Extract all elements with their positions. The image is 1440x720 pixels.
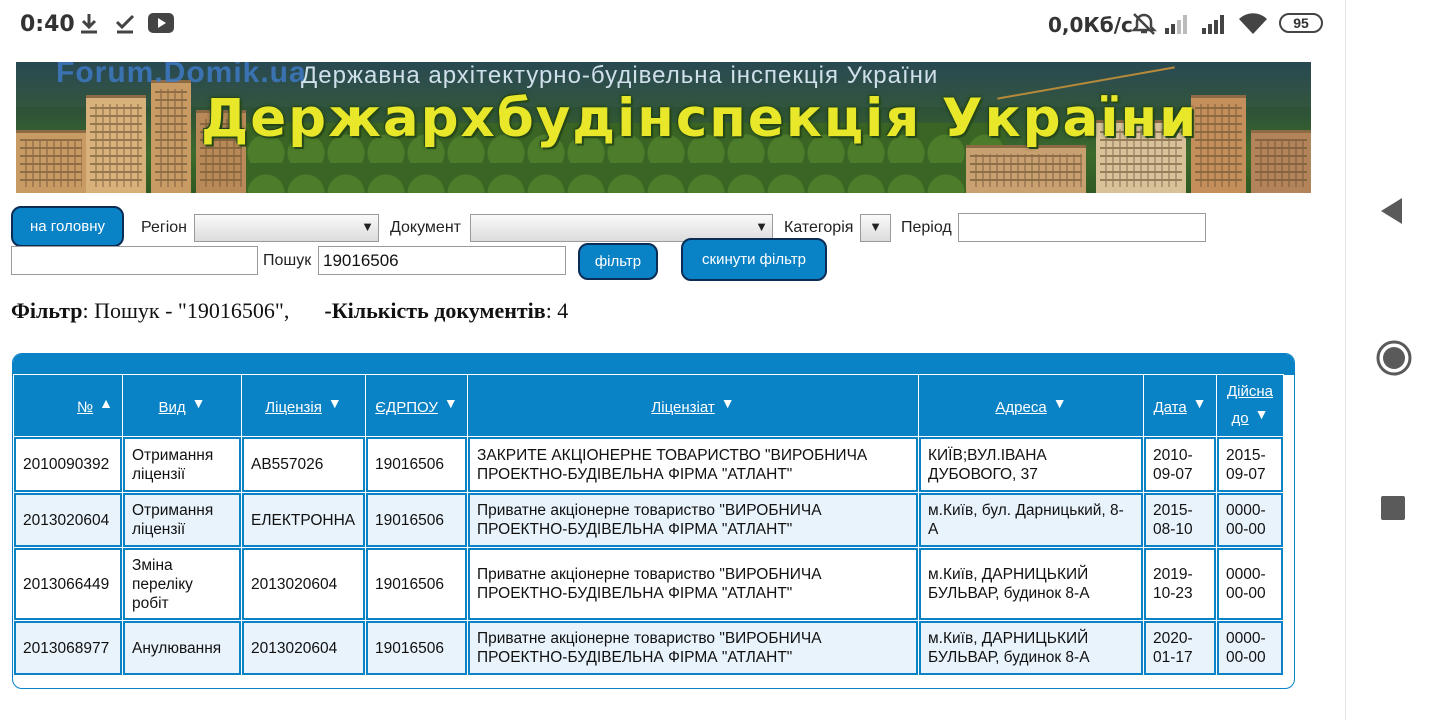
cell-edrpou: 19016506 (366, 437, 467, 492)
download-icon (78, 12, 100, 41)
cell-valid-until: 0000-00-00 (1217, 621, 1283, 675)
cell-licensee: Приватне акціонерне товариство "ВИРОБНИЧ… (468, 548, 918, 620)
cell-date: 2010-09-07 (1144, 437, 1216, 492)
filter-summary-text: : Пошук - "19016506", (82, 298, 290, 323)
recents-icon[interactable] (1381, 496, 1405, 520)
sort-descending-icon[interactable]: ▼ (721, 395, 735, 411)
table-row[interactable]: 2013066449 Зміна переліку робіт 20130206… (14, 548, 1283, 620)
status-time: 0:40 (20, 12, 75, 37)
wifi-icon (1238, 12, 1268, 41)
filter-button[interactable]: фільтр (578, 243, 658, 280)
system-navigation-bar (1345, 0, 1440, 720)
cell-valid-until: 0000-00-00 (1217, 548, 1283, 620)
column-header-number[interactable]: № ▲ (14, 375, 122, 436)
cell-number: 2010090392 (14, 437, 122, 492)
banner-subtitle: Державна архітектурно-будівельна інспекц… (301, 62, 939, 89)
results-table: № ▲ Вид ▼ Ліцензія ▼ ЄДРПОУ ▼ Ліцензіат ▼ Адр… (13, 374, 1284, 676)
document-count-label: -Кількість документів (324, 298, 546, 323)
cell-address: м.Київ, бул. Дарницький, 8-А (919, 493, 1143, 547)
category-label: Категорія (784, 219, 854, 236)
filter-summary: Фільтр: Пошук - "19016506", -Кількість д… (11, 298, 568, 324)
watermark-text: Forum.Domik.ua (56, 62, 307, 89)
chevron-down-icon: ▼ (361, 219, 374, 234)
search-input[interactable] (318, 246, 566, 275)
column-header-address[interactable]: Адреса ▼ (919, 375, 1143, 436)
back-icon[interactable] (1378, 196, 1406, 231)
home-icon[interactable] (1376, 340, 1412, 381)
sort-descending-icon[interactable]: ▼ (328, 395, 342, 411)
sort-descending-icon[interactable]: ▼ (192, 395, 206, 411)
cell-type: Анулювання (123, 621, 241, 675)
youtube-icon (148, 13, 174, 38)
sort-descending-icon[interactable]: ▼ (1255, 403, 1269, 425)
site-banner: Forum.Domik.ua Державна архітектурно-буд… (16, 62, 1311, 193)
filter-summary-label: Фільтр (11, 298, 83, 323)
cell-type: Зміна переліку робіт (123, 548, 241, 620)
cell-address: м.Київ, ДАРНИЦЬКИЙ БУЛЬВАР, будинок 8-А (919, 621, 1143, 675)
region-label: Регіон (141, 219, 187, 236)
cell-date: 2019-10-23 (1144, 548, 1216, 620)
cell-date: 2020-01-17 (1144, 621, 1216, 675)
table-row[interactable]: 2010090392 Отримання ліцензії АВ557026 1… (14, 437, 1283, 492)
cell-license: ЕЛЕКТРОННА (242, 493, 365, 547)
cell-license: 2013020604 (242, 548, 365, 620)
signal-icon (1164, 13, 1190, 40)
sort-descending-icon[interactable]: ▼ (1193, 395, 1207, 411)
chevron-down-icon: ▼ (755, 219, 768, 234)
home-button[interactable]: на головну (11, 206, 124, 247)
period-to-input[interactable] (11, 246, 258, 275)
cell-type: Отримання ліцензії (123, 437, 241, 492)
cell-valid-until: 0000-00-00 (1217, 493, 1283, 547)
cell-license: АВ557026 (242, 437, 365, 492)
table-row[interactable]: 2013068977 Анулювання 2013020604 1901650… (14, 621, 1283, 675)
sort-ascending-icon[interactable]: ▲ (99, 395, 113, 411)
document-count-value: : 4 (545, 298, 569, 323)
sort-descending-icon[interactable]: ▼ (444, 395, 458, 411)
column-header-edrpou[interactable]: ЄДРПОУ ▼ (366, 375, 467, 436)
column-header-valid-until[interactable]: Дійсна до ▼ (1217, 375, 1283, 436)
cell-number: 2013066449 (14, 548, 122, 620)
cell-valid-until: 2015-09-07 (1217, 437, 1283, 492)
cell-number: 2013068977 (14, 621, 122, 675)
network-speed: 0,0Кб/с (1048, 13, 1133, 37)
cell-license: 2013020604 (242, 621, 365, 675)
document-label: Документ (390, 219, 461, 236)
category-select[interactable]: ▼ (860, 214, 891, 242)
cell-date: 2015-08-10 (1144, 493, 1216, 547)
column-header-license[interactable]: Ліцензія ▼ (242, 375, 365, 436)
banner-title: Держархбудінспекція України (201, 88, 1199, 149)
status-bar: 0:40 0,0Кб/с 95 (0, 0, 1345, 50)
cell-licensee: ЗАКРИТЕ АКЦІОНЕРНЕ ТОВАРИСТВО "ВИРОБНИЧА… (468, 437, 918, 492)
sort-descending-icon[interactable]: ▼ (1053, 395, 1067, 411)
alarm-off-icon (1130, 12, 1158, 41)
column-header-licensee[interactable]: Ліцензіат ▼ (468, 375, 918, 436)
table-row[interactable]: 2013020604 Отримання ліцензії ЕЛЕКТРОННА… (14, 493, 1283, 547)
cell-licensee: Приватне акціонерне товариство "ВИРОБНИЧ… (468, 493, 918, 547)
table-header-row: № ▲ Вид ▼ Ліцензія ▼ ЄДРПОУ ▼ Ліцензіат ▼ Адр… (14, 375, 1283, 436)
column-header-date[interactable]: Дата ▼ (1144, 375, 1216, 436)
cell-type: Отримання ліцензії (123, 493, 241, 547)
cell-edrpou: 19016506 (366, 548, 467, 620)
period-label: Період (901, 219, 952, 236)
cell-edrpou: 19016506 (366, 621, 467, 675)
search-label: Пошук (263, 252, 312, 269)
cell-edrpou: 19016506 (366, 493, 467, 547)
cell-licensee: Приватне акціонерне товариство "ВИРОБНИЧ… (468, 621, 918, 675)
region-select[interactable]: ▼ (194, 214, 379, 242)
period-from-input[interactable] (958, 213, 1206, 242)
cell-number: 2013020604 (14, 493, 122, 547)
cell-address: м.Київ, ДАРНИЦЬКИЙ БУЛЬВАР, будинок 8-А (919, 548, 1143, 620)
results-table-container: № ▲ Вид ▼ Ліцензія ▼ ЄДРПОУ ▼ Ліцензіат ▼ Адр… (12, 353, 1295, 689)
signal-icon (1201, 13, 1229, 40)
reset-filter-button[interactable]: скинути фільтр (681, 238, 827, 281)
chevron-down-icon: ▼ (869, 219, 882, 234)
checkbox-icon (114, 12, 136, 41)
cell-address: КИЇВ;ВУЛ.ІВАНА ДУБОВОГО, 37 (919, 437, 1143, 492)
column-header-type[interactable]: Вид ▼ (123, 375, 241, 436)
battery-indicator: 95 (1279, 13, 1323, 33)
